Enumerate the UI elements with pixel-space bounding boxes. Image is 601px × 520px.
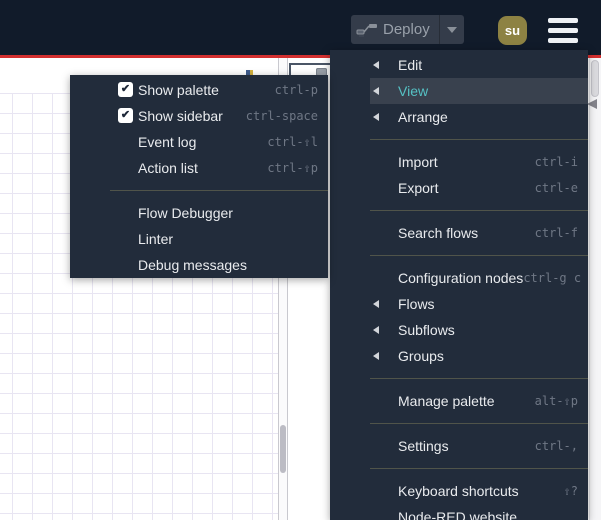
menu-item-shortcut: ctrl-e bbox=[534, 181, 578, 195]
menu-item-label: Show sidebar bbox=[138, 108, 223, 124]
menu-item-groups[interactable]: Groups bbox=[370, 343, 588, 369]
menu-item-label: Show palette bbox=[138, 82, 219, 98]
menu-item-label: Linter bbox=[138, 231, 174, 247]
menu-divider bbox=[110, 190, 328, 191]
sidebar-resize-handle-icon[interactable] bbox=[587, 96, 597, 109]
checkbox-checked-icon[interactable]: ✔ bbox=[118, 108, 133, 123]
menu-item-label: Keyboard shortcuts bbox=[398, 483, 519, 499]
menu-item-label: Import bbox=[398, 154, 438, 170]
menu-item-shortcut: ⇧? bbox=[563, 484, 578, 498]
menu-divider bbox=[370, 468, 588, 469]
menu-item-label: Node-RED website bbox=[398, 509, 518, 520]
menu-item-settings[interactable]: Settings ctrl-, bbox=[370, 433, 588, 459]
deploy-options-caret[interactable] bbox=[439, 15, 464, 44]
checkbox-checked-icon[interactable]: ✔ bbox=[118, 82, 133, 97]
hamburger-bar bbox=[548, 18, 578, 23]
menu-item-shortcut: ctrl-p bbox=[274, 83, 318, 97]
menu-item-show-palette[interactable]: ✔ Show palette ctrl-p bbox=[110, 77, 328, 103]
menu-item-label: Flows bbox=[398, 296, 435, 312]
view-submenu: ✔ Show palette ctrl-p ✔ Show sidebar ctrl-spa… bbox=[70, 75, 328, 278]
menu-item-label: Event log bbox=[138, 134, 197, 150]
menu-item-search-flows[interactable]: Search flows ctrl-f bbox=[370, 220, 588, 246]
hamburger-bar bbox=[548, 38, 578, 43]
menu-item-label: Subflows bbox=[398, 322, 455, 338]
submenu-left-arrow-icon bbox=[373, 352, 379, 360]
menu-item-flow-debugger[interactable]: Flow Debugger bbox=[110, 200, 328, 226]
menu-divider bbox=[370, 423, 588, 424]
menu-item-import[interactable]: Import ctrl-i bbox=[370, 149, 588, 175]
menu-item-label: Export bbox=[398, 180, 439, 196]
deploy-nodes-icon bbox=[351, 22, 383, 38]
menu-item-shortcut: ctrl-g c bbox=[523, 271, 582, 285]
deploy-button[interactable]: Deploy bbox=[351, 15, 464, 44]
menu-item-label: Flow Debugger bbox=[138, 205, 233, 221]
hamburger-bar bbox=[548, 28, 578, 33]
deploy-button-label: Deploy bbox=[383, 21, 430, 38]
menu-item-label: Search flows bbox=[398, 225, 479, 241]
menu-item-shortcut: alt-⇧p bbox=[534, 394, 578, 408]
sidebar-scroll-strip bbox=[589, 58, 601, 520]
submenu-left-arrow-icon bbox=[373, 300, 379, 308]
menu-item-edit[interactable]: Edit bbox=[370, 52, 588, 78]
menu-item-flows[interactable]: Flows bbox=[370, 291, 588, 317]
main-dropdown-menu: Edit View Arrange Import ctrl-i Export ctrl-e S… bbox=[330, 50, 588, 520]
menu-item-manage-palette[interactable]: Manage palette alt-⇧p bbox=[370, 388, 588, 414]
submenu-left-arrow-icon bbox=[373, 61, 379, 69]
menu-item-label: Arrange bbox=[398, 109, 448, 125]
menu-item-linter[interactable]: Linter bbox=[110, 226, 328, 252]
menu-item-label: Edit bbox=[398, 57, 423, 73]
sidebar-panel-border bbox=[289, 63, 330, 65]
menu-divider bbox=[370, 139, 588, 140]
menu-item-shortcut: ctrl-f bbox=[534, 226, 578, 240]
menu-item-shortcut: ctrl-space bbox=[245, 109, 318, 123]
menu-item-action-list[interactable]: Action list ctrl-⇧p bbox=[110, 155, 328, 181]
menu-item-shortcut: ctrl-⇧l bbox=[267, 135, 318, 149]
menu-item-label: Groups bbox=[398, 348, 444, 364]
menu-item-subflows[interactable]: Subflows bbox=[370, 317, 588, 343]
menu-item-label: Configuration nodes bbox=[398, 270, 524, 286]
caret-down-icon bbox=[447, 26, 457, 33]
submenu-left-arrow-icon bbox=[373, 87, 379, 95]
menu-item-arrange[interactable]: Arrange bbox=[370, 104, 588, 130]
menu-divider bbox=[370, 378, 588, 379]
menu-item-shortcut: ctrl-, bbox=[534, 439, 578, 453]
menu-item-label: Manage palette bbox=[398, 393, 495, 409]
menu-item-view[interactable]: View bbox=[370, 78, 588, 104]
user-avatar[interactable]: su bbox=[498, 16, 527, 45]
submenu-left-arrow-icon bbox=[373, 113, 379, 121]
submenu-left-arrow-icon bbox=[373, 326, 379, 334]
menu-item-debug-messages[interactable]: Debug messages bbox=[110, 252, 328, 278]
menu-item-label: Debug messages bbox=[138, 257, 247, 273]
menu-divider bbox=[370, 255, 588, 256]
menu-item-node-red-website[interactable]: Node-RED website bbox=[370, 504, 588, 520]
menu-item-shortcut: ctrl-i bbox=[534, 155, 578, 169]
menu-item-event-log[interactable]: Event log ctrl-⇧l bbox=[110, 129, 328, 155]
menu-item-configuration-nodes[interactable]: Configuration nodes ctrl-g c bbox=[370, 265, 588, 291]
menu-divider bbox=[370, 210, 588, 211]
menu-item-shortcut: ctrl-⇧p bbox=[267, 161, 318, 175]
menu-item-export[interactable]: Export ctrl-e bbox=[370, 175, 588, 201]
main-menu-button[interactable] bbox=[548, 18, 578, 43]
menu-item-show-sidebar[interactable]: ✔ Show sidebar ctrl-space bbox=[110, 103, 328, 129]
menu-item-label: View bbox=[398, 83, 429, 99]
menu-item-label: Action list bbox=[138, 160, 198, 176]
menu-item-label: Settings bbox=[398, 438, 449, 454]
menu-item-keyboard-shortcuts[interactable]: Keyboard shortcuts ⇧? bbox=[370, 478, 588, 504]
sidebar-scrollbar-thumb[interactable] bbox=[591, 60, 599, 97]
canvas-scrollbar-thumb[interactable] bbox=[280, 425, 286, 473]
